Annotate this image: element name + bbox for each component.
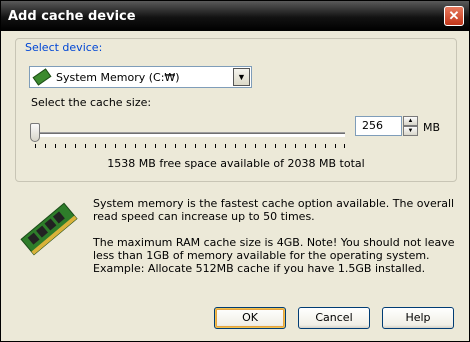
device-dropdown-value: System Memory (C:₩) <box>56 70 180 84</box>
dialog-title: Add cache device <box>8 8 136 24</box>
add-cache-device-dialog: Add cache device ✕ Select device: System… <box>0 0 470 342</box>
cancel-button[interactable]: Cancel <box>298 307 370 329</box>
close-button[interactable]: ✕ <box>444 6 464 26</box>
free-space-text: 1538 MB free space available of 2038 MB … <box>107 157 365 170</box>
info-text: System memory is the fastest cache optio… <box>93 197 463 275</box>
cache-size-spinner[interactable]: ▲ ▼ <box>403 116 418 136</box>
info-paragraph-max-size: The maximum RAM cache size is 4GB. Note!… <box>93 236 455 262</box>
cache-size-slider-thumb[interactable] <box>30 123 40 142</box>
select-device-label: Select device: <box>23 41 105 54</box>
cache-size-label: Select the cache size: <box>31 96 152 109</box>
title-bar[interactable]: Add cache device ✕ <box>1 1 469 31</box>
spin-down-button[interactable]: ▼ <box>403 126 418 136</box>
cache-size-unit: MB <box>423 121 441 134</box>
memory-chip-icon <box>32 68 52 86</box>
spin-up-button[interactable]: ▲ <box>403 116 418 126</box>
ok-button[interactable]: OK <box>214 307 286 329</box>
help-button[interactable]: Help <box>382 307 454 329</box>
chevron-down-icon[interactable]: ▼ <box>233 68 250 86</box>
ram-module-icon <box>20 202 78 256</box>
device-dropdown[interactable]: System Memory (C:₩) ▼ <box>29 66 252 88</box>
cache-size-slider-track[interactable] <box>35 132 345 137</box>
close-icon: ✕ <box>448 8 460 23</box>
info-paragraph-speed: System memory is the fastest cache optio… <box>93 197 455 223</box>
cache-size-input[interactable]: 256 <box>355 116 402 136</box>
info-paragraph-example: Example: Allocate 512MB cache if you hav… <box>93 262 426 275</box>
